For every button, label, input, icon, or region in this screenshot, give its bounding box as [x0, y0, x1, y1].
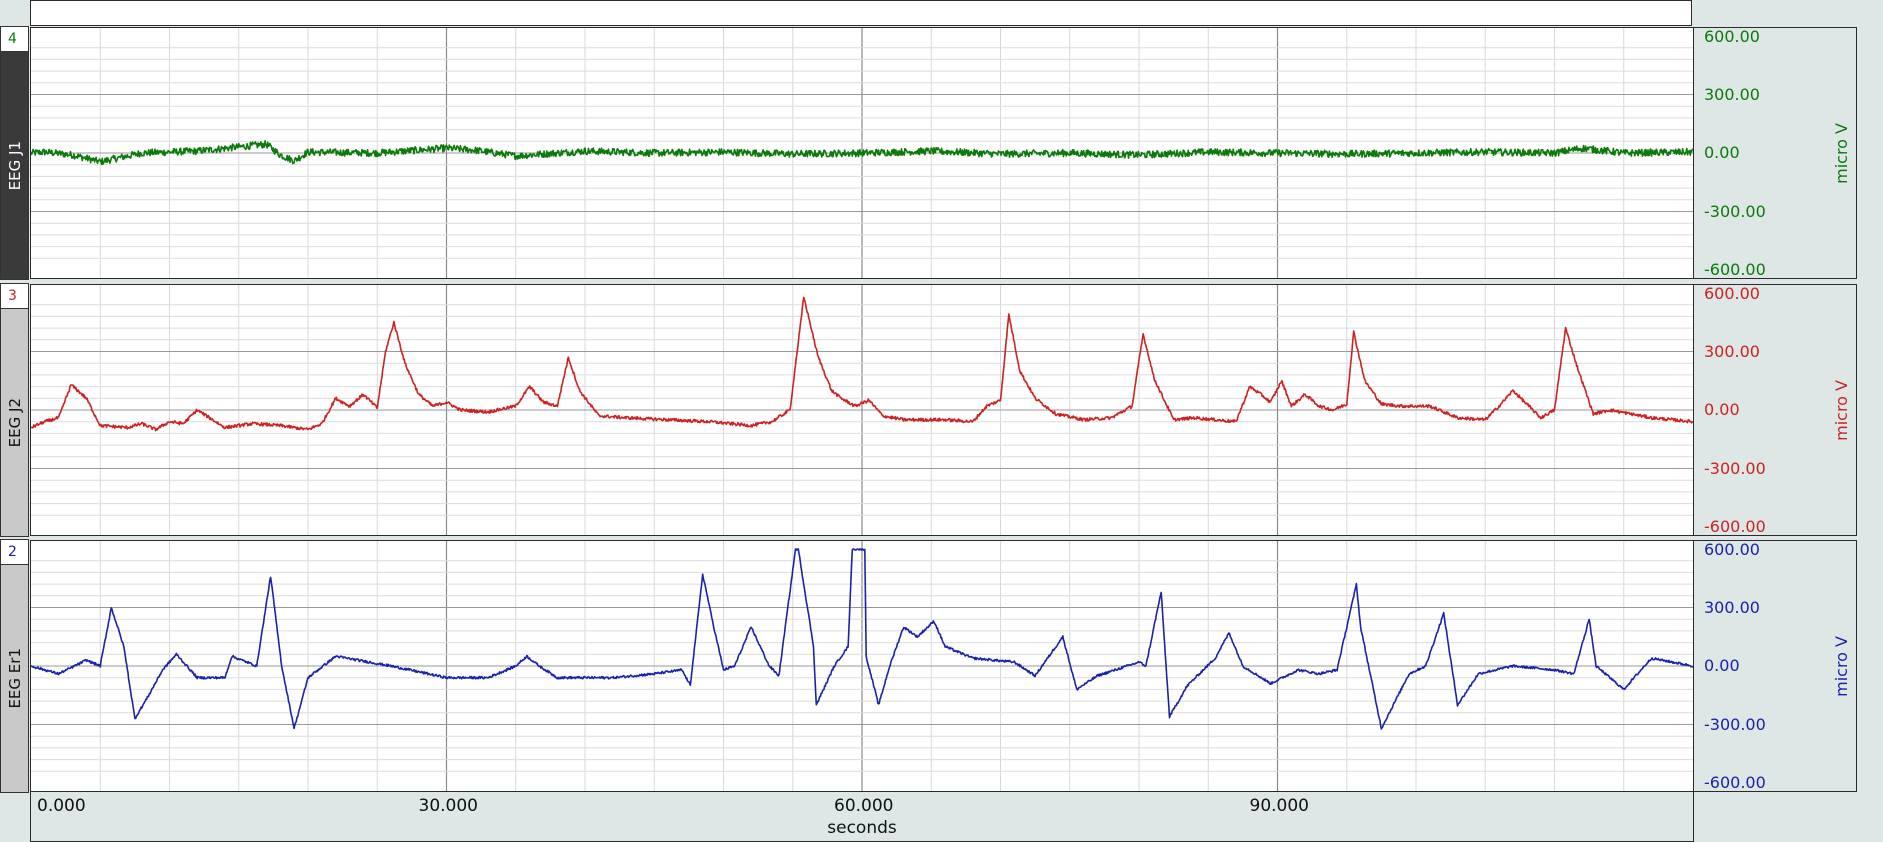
- y-tick-label: -600.00: [1704, 260, 1766, 279]
- y-axis-eeg-er1[interactable]: micro V 600.00 300.00 0.00 -300.00 -600.00: [1694, 540, 1857, 792]
- y-unit: micro V: [1831, 122, 1851, 184]
- y-tick-label: -600.00: [1704, 773, 1766, 792]
- y-tick-label: -300.00: [1704, 201, 1766, 221]
- x-tick-label: 60.000: [834, 796, 894, 816]
- plot-eeg-j2[interactable]: [30, 284, 1694, 536]
- y-tick-label: -300.00: [1704, 714, 1766, 734]
- y-tick-label: 0.00: [1704, 656, 1740, 675]
- y-tick-label: 600.00: [1704, 540, 1760, 559]
- x-tick-label: 30.000: [418, 796, 478, 816]
- eeg-chart: [31, 541, 1693, 791]
- channel-tab-eeg-er1[interactable]: 2 EEG Er1: [0, 539, 29, 793]
- eeg-chart: [31, 28, 1693, 278]
- channel-number: 4: [1, 27, 28, 52]
- y-tick-label: 600.00: [1704, 27, 1760, 46]
- eeg-chart: [31, 285, 1693, 535]
- y-tick-label: -300.00: [1704, 458, 1766, 478]
- y-unit: micro V: [1831, 635, 1851, 697]
- y-axis-eeg-j2[interactable]: micro V 600.00 300.00 0.00 -300.00 -600.00: [1694, 284, 1857, 536]
- y-tick-label: 0.00: [1704, 143, 1740, 162]
- y-axis-eeg-j1[interactable]: micro V 600.00 300.00 0.00 -300.00 -600.00: [1694, 27, 1857, 279]
- y-tick-label: -600.00: [1704, 517, 1766, 536]
- y-tick-label: 300.00: [1704, 84, 1760, 104]
- channel-number: 2: [1, 540, 28, 565]
- x-tick-label: 0.000: [37, 796, 86, 816]
- x-axis[interactable]: 0.000 30.000 60.000 90.000 seconds: [30, 792, 1694, 842]
- channel-name: EEG J2: [5, 397, 24, 448]
- plot-eeg-er1[interactable]: [30, 540, 1694, 792]
- x-tick-label: 90.000: [1249, 796, 1309, 816]
- y-tick-label: 300.00: [1704, 341, 1760, 361]
- y-tick-label: 300.00: [1704, 597, 1760, 617]
- channel-name: EEG J1: [5, 140, 24, 191]
- x-axis-unit: seconds: [827, 818, 897, 838]
- y-unit: micro V: [1831, 379, 1851, 441]
- plot-eeg-j1[interactable]: [30, 27, 1694, 279]
- channel-tab-eeg-j1[interactable]: 4 EEG J1: [0, 26, 29, 280]
- y-tick-label: 0.00: [1704, 400, 1740, 419]
- channel-number: 3: [1, 284, 28, 309]
- overview-bar[interactable]: [30, 0, 1692, 26]
- channel-name: EEG Er1: [5, 648, 24, 709]
- channel-tab-eeg-j2[interactable]: 3 EEG J2: [0, 283, 29, 537]
- y-tick-label: 600.00: [1704, 284, 1760, 303]
